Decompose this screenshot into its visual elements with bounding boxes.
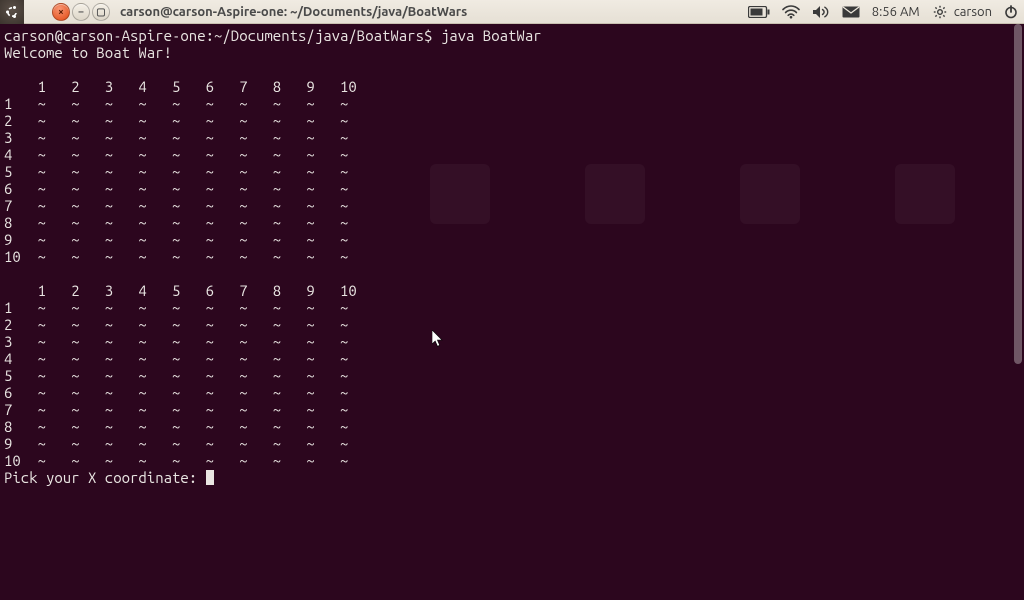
window-close-button[interactable]: × bbox=[52, 3, 70, 21]
grid-header: 1 2 3 4 5 6 7 8 9 10 bbox=[4, 78, 357, 95]
window-minimize-button[interactable]: – bbox=[72, 3, 90, 21]
menubar: × – ▢ carson@carson-Aspire-one: ~/Docume… bbox=[0, 0, 1024, 24]
grid-row: 8 ~ ~ ~ ~ ~ ~ ~ ~ ~ ~ bbox=[4, 214, 348, 231]
grid-row: 3 ~ ~ ~ ~ ~ ~ ~ ~ ~ ~ bbox=[4, 333, 348, 350]
shell-prompt: carson@carson-Aspire-one:~/Documents/jav… bbox=[4, 27, 441, 44]
grid-row: 1 ~ ~ ~ ~ ~ ~ ~ ~ ~ ~ bbox=[4, 299, 348, 316]
grid-row: 7 ~ ~ ~ ~ ~ ~ ~ ~ ~ ~ bbox=[4, 401, 348, 418]
mail-icon[interactable] bbox=[842, 6, 860, 18]
menubar-indicators: 8:56 AM carson bbox=[748, 0, 1018, 24]
text-cursor bbox=[206, 470, 214, 485]
power-icon[interactable] bbox=[1004, 5, 1018, 19]
volume-icon[interactable] bbox=[812, 5, 830, 19]
username-label: carson bbox=[954, 5, 992, 19]
grid-row: 4 ~ ~ ~ ~ ~ ~ ~ ~ ~ ~ bbox=[4, 146, 348, 163]
vertical-scrollbar[interactable] bbox=[1012, 24, 1024, 600]
grid-row: 4 ~ ~ ~ ~ ~ ~ ~ ~ ~ ~ bbox=[4, 350, 348, 367]
window-title: carson@carson-Aspire-one: ~/Documents/ja… bbox=[120, 5, 467, 19]
window-controls: × – ▢ bbox=[52, 3, 110, 21]
window-maximize-button[interactable]: ▢ bbox=[92, 3, 110, 21]
grid-row: 6 ~ ~ ~ ~ ~ ~ ~ ~ ~ ~ bbox=[4, 180, 348, 197]
ubuntu-logo-icon[interactable] bbox=[0, 0, 24, 24]
grid-header: 1 2 3 4 5 6 7 8 9 10 bbox=[4, 282, 357, 299]
grid-row: 5 ~ ~ ~ ~ ~ ~ ~ ~ ~ ~ bbox=[4, 367, 348, 384]
grid-row: 2 ~ ~ ~ ~ ~ ~ ~ ~ ~ ~ bbox=[4, 316, 348, 333]
user-menu[interactable]: carson bbox=[932, 5, 992, 19]
grid-row: 1 ~ ~ ~ ~ ~ ~ ~ ~ ~ ~ bbox=[4, 95, 348, 112]
gear-icon bbox=[932, 5, 948, 19]
terminal-output[interactable]: carson@carson-Aspire-one:~/Documents/jav… bbox=[0, 24, 1012, 600]
battery-icon[interactable] bbox=[748, 6, 770, 18]
grid-row: 10 ~ ~ ~ ~ ~ ~ ~ ~ ~ ~ bbox=[4, 248, 348, 265]
terminal-window[interactable]: carson@carson-Aspire-one:~/Documents/jav… bbox=[0, 24, 1024, 600]
shell-command: java BoatWar bbox=[441, 27, 542, 44]
grid-row: 10 ~ ~ ~ ~ ~ ~ ~ ~ ~ ~ bbox=[4, 452, 348, 469]
grid-row: 8 ~ ~ ~ ~ ~ ~ ~ ~ ~ ~ bbox=[4, 418, 348, 435]
grid-row: 2 ~ ~ ~ ~ ~ ~ ~ ~ ~ ~ bbox=[4, 112, 348, 129]
output-line: Welcome to Boat War! bbox=[4, 44, 172, 61]
scrollbar-thumb[interactable] bbox=[1014, 24, 1022, 364]
grid-row: 9 ~ ~ ~ ~ ~ ~ ~ ~ ~ ~ bbox=[4, 435, 348, 452]
grid-row: 9 ~ ~ ~ ~ ~ ~ ~ ~ ~ ~ bbox=[4, 231, 348, 248]
grid-row: 5 ~ ~ ~ ~ ~ ~ ~ ~ ~ ~ bbox=[4, 163, 348, 180]
grid-row: 6 ~ ~ ~ ~ ~ ~ ~ ~ ~ ~ bbox=[4, 384, 348, 401]
clock[interactable]: 8:56 AM bbox=[872, 5, 920, 19]
input-prompt: Pick your X coordinate: bbox=[4, 469, 206, 486]
grid-row: 3 ~ ~ ~ ~ ~ ~ ~ ~ ~ ~ bbox=[4, 129, 348, 146]
wifi-icon[interactable] bbox=[782, 5, 800, 19]
grid-row: 7 ~ ~ ~ ~ ~ ~ ~ ~ ~ ~ bbox=[4, 197, 348, 214]
